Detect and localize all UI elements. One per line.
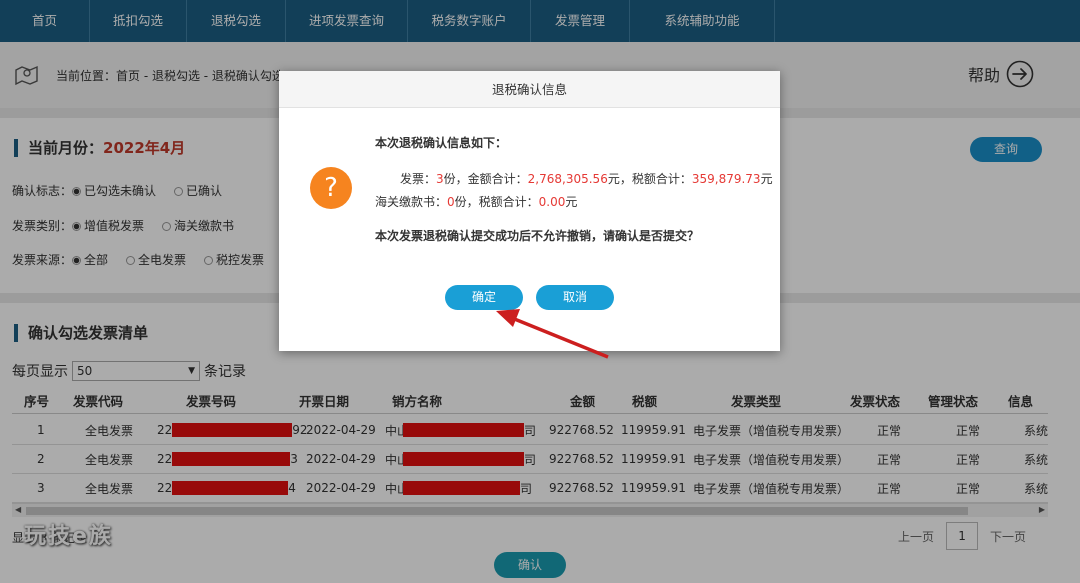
dialog-heading: 本次退税确认信息如下：: [375, 136, 508, 150]
invoice-count: 3: [436, 172, 444, 186]
customs-count: 0: [447, 195, 455, 209]
ok-button[interactable]: 确定: [445, 285, 523, 310]
invoice-tax: 359,879.73: [691, 172, 761, 186]
customs-tax: 0.00: [538, 195, 566, 209]
customs-summary: 海关缴款书：0份，税额合计：0.00元: [375, 195, 578, 209]
dialog-title: 退税确认信息: [279, 71, 780, 108]
dialog-warning: 本次发票退税确认提交成功后不允许撤销，请确认是否提交？: [375, 229, 700, 243]
invoice-amount: 2,768,305.56: [527, 172, 608, 186]
invoice-summary: 发票：3份，金额合计：2,768,305.56元，税额合计：359,879.73…: [400, 172, 773, 186]
refund-confirm-dialog: 退税确认信息 ? 本次退税确认信息如下： 发票：3份，金额合计：2,768,30…: [279, 71, 780, 351]
question-icon: ?: [310, 167, 352, 209]
cancel-button[interactable]: 取消: [536, 285, 614, 310]
